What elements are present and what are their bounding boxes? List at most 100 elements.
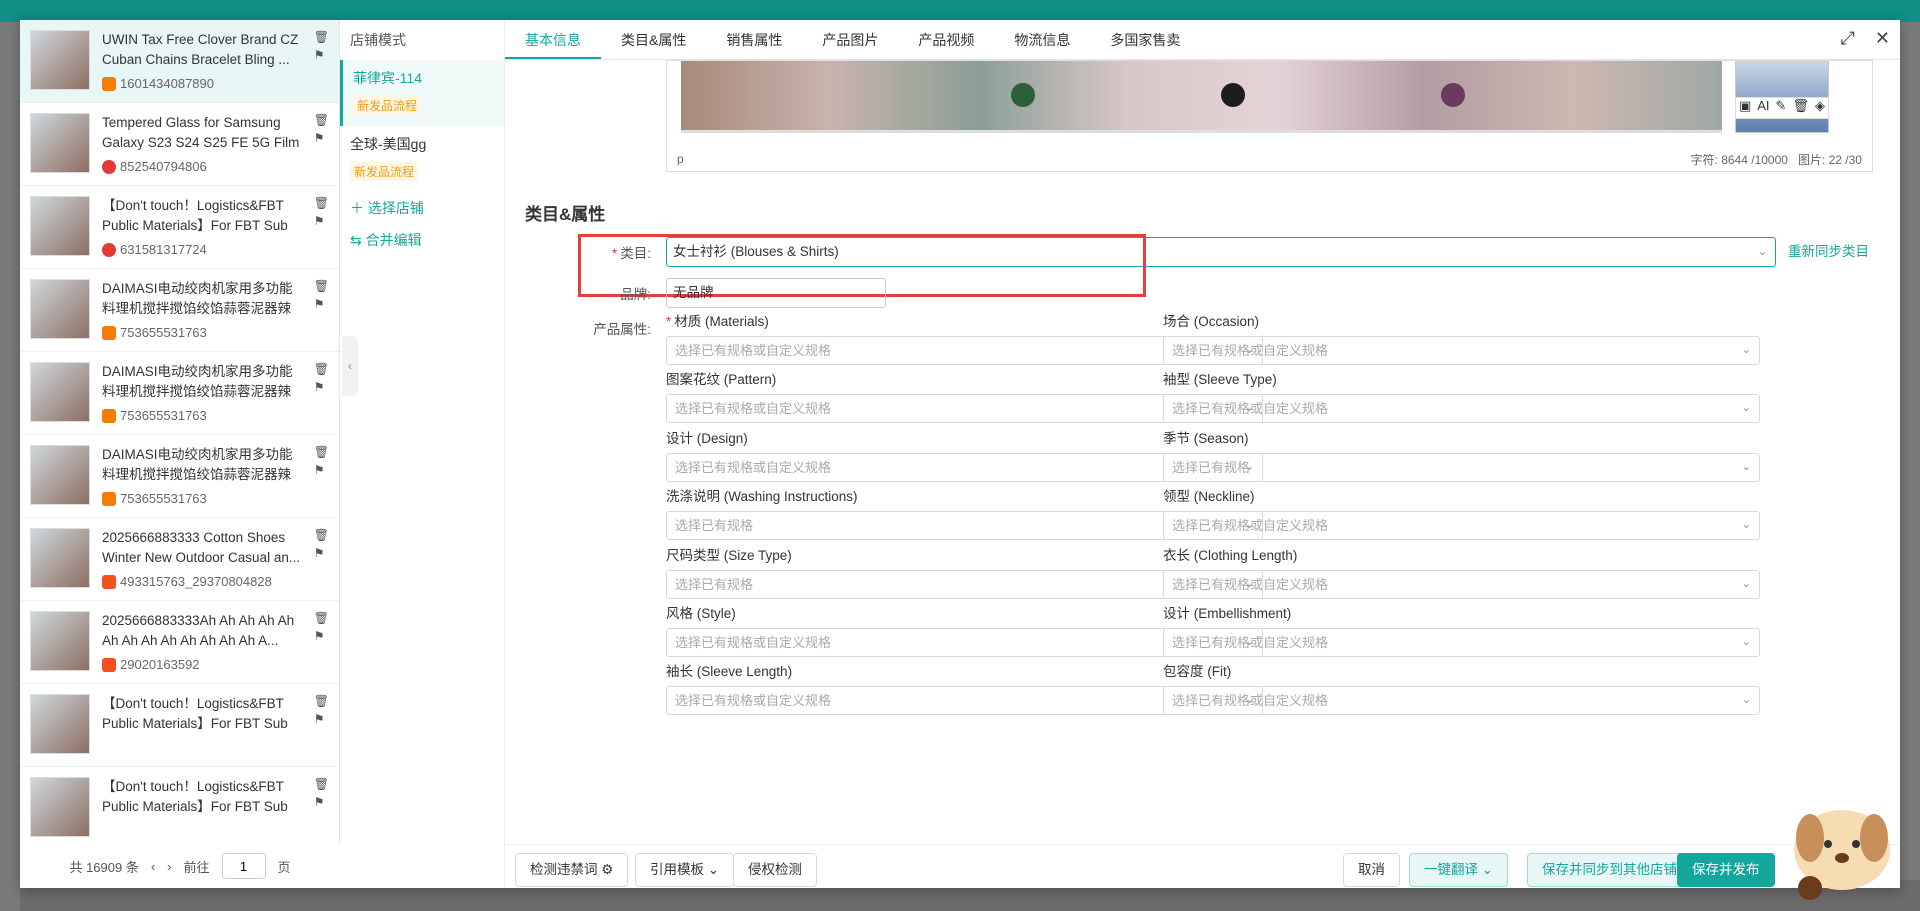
attribute-select[interactable]: 选择已有规格或自定义规格 ⌄ [1163, 569, 1760, 599]
collapse-panel-button[interactable]: ‹ [342, 336, 358, 396]
flag-icon[interactable]: ⚑ [314, 380, 329, 394]
window-controls: ⤢ ✕ [1841, 28, 1891, 49]
flag-icon[interactable]: ⚑ [314, 795, 329, 809]
mascot-dog-image [1794, 810, 1890, 900]
trash-icon[interactable]: 🗑 [1792, 98, 1809, 118]
chevron-down-icon: ⌄ [1757, 246, 1767, 258]
resync-category-link[interactable]: 重新同步类目 [1788, 237, 1869, 267]
product-title: 【Don't touch！Logistics&FBT Public Materi… [102, 696, 288, 731]
tab-item[interactable]: 产品图片 [802, 20, 898, 59]
total-count: 共 16909 条 [69, 859, 139, 875]
product-list-item[interactable]: 2025666883333 Cotton Shoes Winter New Ou… [20, 518, 339, 601]
attribute-label: 衣长 (Clothing Length) [1163, 547, 1298, 563]
trash-icon[interactable]: 🗑 [314, 279, 329, 293]
cancel-button[interactable]: 取消 [1343, 853, 1400, 887]
next-page-button[interactable]: › [167, 859, 171, 874]
flag-icon[interactable]: ⚑ [314, 546, 329, 560]
tab-item[interactable]: 销售属性 [706, 20, 802, 59]
trash-icon[interactable]: 🗑 [314, 445, 329, 459]
product-list-item[interactable]: DAIMASI电动绞肉机家用多功能料理机搅拌搅馅绞馅蒜蓉泥器辣椒 75365553… [20, 269, 339, 352]
tab-item[interactable]: 类目&属性 [601, 20, 706, 59]
trash-icon[interactable]: 🗑 [314, 777, 329, 791]
trash-icon[interactable]: 🗑 [314, 30, 329, 44]
template-button[interactable]: 引用模板 ⌄ [635, 853, 735, 887]
magic-wand-icon[interactable]: ✎ [1776, 98, 1787, 118]
save-publish-button[interactable]: 保存并发布 [1677, 853, 1775, 887]
brand-label: 品牌: [620, 287, 651, 302]
trash-icon[interactable]: 🗑 [314, 694, 329, 708]
editor-stats: 字符: 8644 /10000 图片: 22 /30 [1691, 151, 1862, 168]
flag-icon[interactable]: ⚑ [314, 214, 329, 228]
chevron-down-icon: ⌄ [1741, 694, 1751, 707]
tab-item[interactable]: 物流信息 [994, 20, 1090, 59]
attribute-select[interactable]: 选择已有规格或自定义规格 ⌄ [1163, 394, 1760, 424]
attribute-select[interactable]: 选择已有规格或自定义规格 ⌄ [1163, 336, 1760, 365]
tab-item[interactable]: 多国家售卖 [1090, 20, 1200, 59]
flag-icon[interactable]: ⚑ [314, 131, 329, 145]
product-list-item[interactable]: 2025666883333Ah Ah Ah Ah Ah Ah Ah Ah Ah … [20, 601, 339, 684]
detect-banned-words-button[interactable]: 检测违禁词 ⚙ [515, 853, 629, 887]
save-sync-button[interactable]: 保存并同步到其他店铺 [1527, 853, 1692, 887]
trash-icon[interactable]: 🗑 [314, 611, 329, 625]
attribute-field: 包容度 (Fit) 选择已有规格或自定义规格 ⌄ [1163, 662, 1760, 716]
attribute-label: 袖型 (Sleeve Type) [1163, 372, 1277, 388]
flag-icon[interactable]: ⚑ [314, 712, 329, 726]
attribute-select[interactable]: 选择已有规格 ⌄ [1163, 452, 1760, 482]
bottom-action-bar: 检测违禁词 ⚙ 引用模板 ⌄ 侵权检测 取消 一键翻译 ⌄ 保存并同步到其他店铺… [505, 844, 1900, 888]
store-item[interactable]: 全球-美国gg 新发品流程 [340, 126, 504, 192]
attribute-select[interactable]: 选择已有规格或自定义规格 ⌄ [1163, 628, 1760, 657]
product-list-item[interactable]: 【Don't touch！Logistics&FBT Public Materi… [20, 186, 339, 269]
image-footer: p 字符: 8644 /10000 图片: 22 /30 [667, 147, 1872, 171]
product-actions: 🗑 ⚑ [314, 113, 329, 145]
prev-page-button[interactable]: ‹ [151, 859, 155, 874]
product-list-item[interactable]: UWIN Tax Free Clover Brand CZ Cuban Chai… [20, 20, 339, 103]
chevron-down-icon: ⌄ [707, 862, 720, 877]
product-thumbnail [30, 611, 90, 671]
flag-icon[interactable]: ⚑ [314, 629, 329, 643]
attribute-select[interactable]: 选择已有规格或自定义规格 ⌄ [1163, 511, 1760, 541]
product-list-item[interactable]: Tempered Glass for Samsung Galaxy S23 S2… [20, 103, 339, 186]
product-thumbnail [30, 362, 90, 422]
brand-input[interactable]: 无品牌 [666, 278, 886, 308]
image-edit-icon[interactable]: ▣ [1739, 98, 1751, 118]
trash-icon[interactable]: 🗑 [314, 528, 329, 542]
flag-icon[interactable]: ⚑ [314, 297, 329, 311]
product-list-item[interactable]: DAIMASI电动绞肉机家用多功能料理机搅拌搅馅绞馅蒜蓉泥器辣椒 75365553… [20, 352, 339, 435]
fullscreen-icon[interactable]: ⤢ [1841, 28, 1855, 49]
ai-icon[interactable]: AI [1757, 98, 1769, 118]
product-title: UWIN Tax Free Clover Brand CZ Cuban Chai… [102, 32, 299, 67]
platform-icon [102, 574, 116, 589]
trash-icon[interactable]: 🗑 [314, 362, 329, 376]
edit-product-modal: UWIN Tax Free Clover Brand CZ Cuban Chai… [20, 20, 1900, 888]
product-actions: 🗑 ⚑ [314, 445, 329, 477]
tab-item[interactable]: 产品视频 [898, 20, 994, 59]
page-input[interactable] [221, 853, 266, 879]
select-store-link[interactable]: ＋ 选择店铺 [340, 192, 504, 224]
infringement-check-button[interactable]: 侵权检测 [733, 853, 817, 887]
merge-edit-link[interactable]: ⇆ 合并编辑 [340, 224, 504, 256]
trash-icon[interactable]: 🗑 [314, 113, 329, 127]
shield-icon[interactable]: ◈ [1815, 98, 1825, 118]
product-id: 493315763_29370804828 [102, 574, 272, 589]
attribute-select[interactable]: 选择已有规格或自定义规格 ⌄ [1163, 686, 1760, 716]
product-id: 852540794806 [102, 159, 207, 174]
translate-button[interactable]: 一键翻译 ⌄ [1409, 853, 1509, 887]
store-item[interactable]: 菲律宾-114 新发品流程 [340, 60, 504, 126]
product-actions: 🗑 ⚑ [314, 694, 329, 726]
attributes-label: 产品属性: [593, 322, 651, 337]
close-icon[interactable]: ✕ [1875, 28, 1890, 49]
product-actions: 🗑 ⚑ [314, 362, 329, 394]
product-thumbnail [30, 777, 90, 837]
flag-icon[interactable]: ⚑ [314, 463, 329, 477]
tab-item[interactable]: 基本信息 [505, 20, 601, 59]
flag-icon[interactable]: ⚑ [314, 48, 329, 62]
product-list-item[interactable]: DAIMASI电动绞肉机家用多功能料理机搅拌搅馅绞馅蒜蓉泥器辣椒 75365553… [20, 435, 339, 518]
trash-icon[interactable]: 🗑 [314, 196, 329, 210]
product-list-item[interactable]: 【Don't touch！Logistics&FBT Public Materi… [20, 767, 339, 850]
product-actions: 🗑 ⚑ [314, 528, 329, 560]
product-list-item[interactable]: 【Don't touch！Logistics&FBT Public Materi… [20, 684, 339, 767]
pagination: 共 16909 条 ‹ › 前往 页 [20, 844, 340, 888]
chevron-down-icon: ⌄ [1741, 577, 1751, 590]
attribute-label: 场合 (Occasion) [1163, 314, 1260, 329]
goto-label: 前往 [183, 859, 210, 875]
